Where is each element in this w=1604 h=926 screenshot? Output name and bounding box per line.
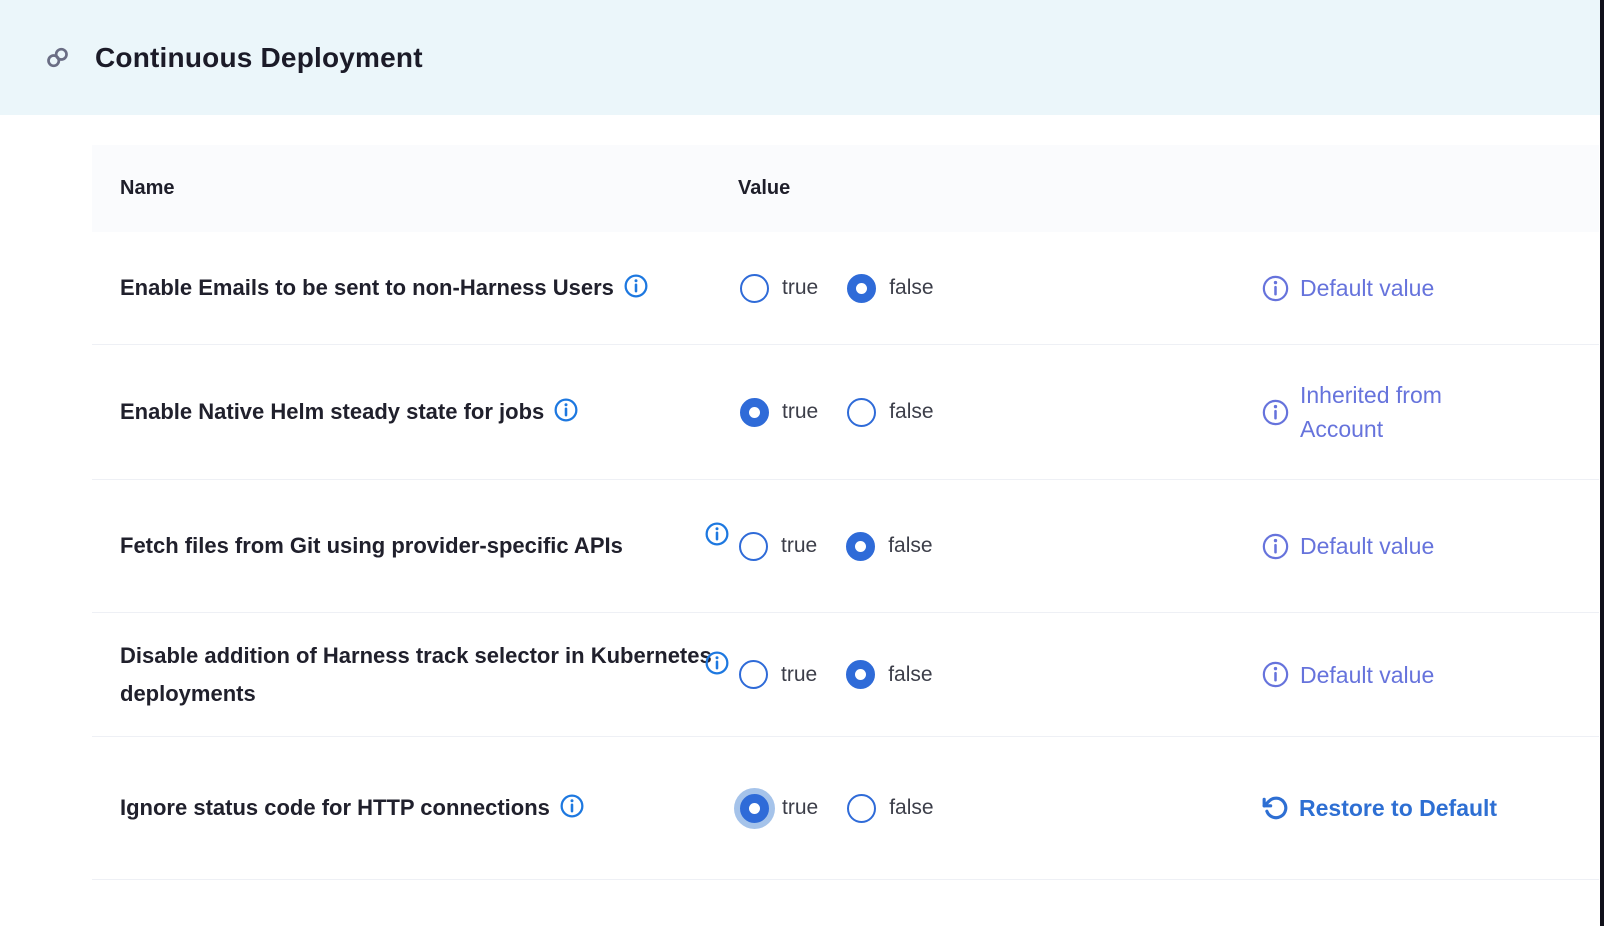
radio-option-false[interactable]: false [844,532,959,561]
setting-name: Disable addition of Harness track select… [120,637,720,713]
radio-option-false[interactable]: false [845,398,960,427]
setting-row-ignore-status-code: Ignore status code for HTTP connections … [92,737,1599,880]
info-icon[interactable] [705,651,729,675]
radio-option-true[interactable]: true [738,398,845,427]
info-icon[interactable] [560,794,584,818]
setting-value: true false [738,274,1218,303]
column-header-name: Name [120,177,738,200]
radio-true[interactable] [740,398,769,427]
info-icon[interactable] [624,274,648,298]
setting-name: Fetch files from Git using provider-spec… [120,527,720,565]
radio-option-false[interactable]: false [845,794,960,823]
info-icon[interactable] [1262,399,1289,426]
radio-true[interactable] [739,660,768,689]
status-default-value: Default value [1262,529,1599,563]
table-header-row: Name Value [92,145,1599,232]
info-icon[interactable] [554,398,578,422]
radio-false[interactable] [847,794,876,823]
info-icon[interactable] [1262,275,1289,302]
status-default-value: Default value [1262,658,1599,692]
radio-true[interactable] [740,794,769,823]
radio-false[interactable] [846,660,875,689]
setting-name: Enable Native Helm steady state for jobs [120,393,720,431]
radio-option-false[interactable]: false [844,660,959,689]
radio-false[interactable] [846,532,875,561]
radio-option-true[interactable]: true [738,794,845,823]
settings-table: Name Value Enable Emails to be sent to n… [92,145,1599,880]
link-icon[interactable] [44,44,71,71]
info-icon[interactable] [705,522,729,546]
setting-name: Enable Emails to be sent to non-Harness … [120,269,720,307]
radio-false[interactable] [847,274,876,303]
section-header: Continuous Deployment [0,0,1604,115]
radio-option-true[interactable]: true [737,532,844,561]
info-icon[interactable] [1262,661,1289,688]
setting-value: true false [738,532,1218,561]
status-default-value: Default value [1262,271,1599,305]
setting-row-fetch-git: Fetch files from Git using provider-spec… [92,480,1599,613]
radio-option-true[interactable]: true [737,660,844,689]
setting-row-native-helm: Enable Native Helm steady state for jobs… [92,345,1599,480]
settings-page: Continuous Deployment Name Value Enable … [0,0,1604,926]
setting-value: true false [738,398,1218,427]
status-inherited: Inherited from Account [1262,378,1599,446]
setting-row-enable-emails: Enable Emails to be sent to non-Harness … [92,232,1599,345]
restore-icon [1262,795,1288,821]
radio-option-false[interactable]: false [845,274,960,303]
info-icon[interactable] [1262,533,1289,560]
setting-name: Ignore status code for HTTP connections [120,789,720,827]
radio-option-true[interactable]: true [738,274,845,303]
setting-value: true false [738,660,1218,689]
column-header-value: Value [738,177,1218,200]
setting-row-track-selector: Disable addition of Harness track select… [92,613,1599,737]
page-title: Continuous Deployment [95,42,423,74]
radio-true[interactable] [740,274,769,303]
screenshot-right-edge [1600,0,1604,926]
setting-value: true false [738,794,1218,823]
radio-true[interactable] [739,532,768,561]
restore-to-default-button[interactable]: Restore to Default [1262,791,1599,825]
radio-false[interactable] [847,398,876,427]
